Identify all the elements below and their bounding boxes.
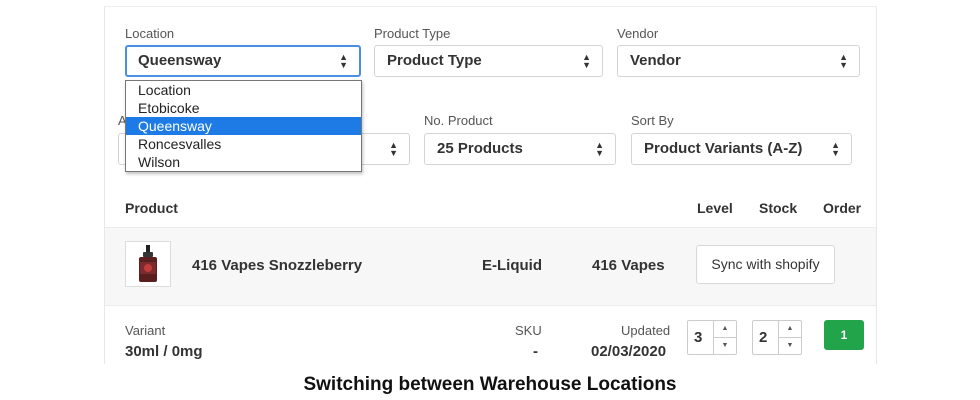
product-column-header: Product: [125, 200, 178, 216]
level-stepper[interactable]: 3 ▲ ▼: [687, 320, 737, 355]
inventory-panel: Location Queensway ▲ ▼ Product Type Produ…: [104, 6, 877, 364]
variant-value: 30ml / 0mg: [125, 343, 203, 360]
updown-caret-icon: ▲ ▼: [339, 52, 348, 70]
stock-stepper[interactable]: 2 ▲ ▼: [752, 320, 802, 355]
sku-value: -: [533, 343, 538, 360]
vendor-label: Vendor: [617, 26, 659, 41]
eliquid-bottle-icon: [125, 241, 171, 287]
stock-column-header: Stock: [759, 200, 798, 216]
product-row: 416 Vapes Snozzleberry E-Liquid 416 Vape…: [105, 227, 876, 306]
vendor-select-value: Vendor: [630, 52, 681, 69]
no-product-label: No. Product: [424, 113, 493, 128]
location-option-highlighted[interactable]: Queensway: [126, 117, 361, 135]
chevron-up-icon[interactable]: ▲: [714, 321, 736, 338]
sort-by-select-value: Product Variants (A-Z): [644, 140, 803, 157]
chevron-up-icon[interactable]: ▲: [779, 321, 801, 338]
location-option[interactable]: Etobicoke: [126, 99, 361, 117]
caption: Switching between Warehouse Locations: [303, 374, 677, 395]
updown-caret-icon: ▲ ▼: [389, 140, 398, 158]
order-button[interactable]: 1: [824, 320, 864, 350]
sort-by-select[interactable]: Product Variants (A-Z) ▲ ▼: [631, 133, 852, 165]
product-vendor: 416 Vapes: [592, 257, 665, 274]
updown-caret-icon: ▲ ▼: [595, 140, 604, 158]
sort-by-label: Sort By: [631, 113, 674, 128]
level-value: 3: [694, 329, 703, 346]
location-dropdown-list: Location Etobicoke Queensway Roncesvalle…: [125, 80, 362, 172]
sku-label: SKU: [515, 323, 542, 338]
location-option[interactable]: Wilson: [126, 153, 361, 171]
location-option[interactable]: Location: [126, 81, 361, 99]
product-type-select[interactable]: Product Type ▲ ▼: [374, 45, 603, 77]
no-product-select[interactable]: 25 Products ▲ ▼: [424, 133, 616, 165]
product-name: 416 Vapes Snozzleberry: [192, 257, 363, 274]
product-type: E-Liquid: [482, 257, 542, 274]
location-select-value: Queensway: [138, 52, 222, 69]
no-product-select-value: 25 Products: [437, 140, 523, 157]
chevron-down-icon[interactable]: ▼: [779, 338, 801, 354]
variant-label: Variant: [125, 323, 166, 338]
updated-label: Updated: [621, 323, 671, 338]
sync-shopify-button[interactable]: Sync with shopify: [696, 245, 835, 284]
product-type-select-value: Product Type: [387, 52, 482, 69]
vendor-select[interactable]: Vendor ▲ ▼: [617, 45, 860, 77]
level-column-header: Level: [697, 200, 733, 216]
location-label: Location: [125, 26, 175, 41]
updated-value: 02/03/2020: [591, 343, 667, 360]
updown-caret-icon: ▲ ▼: [831, 140, 840, 158]
stock-value: 2: [759, 329, 768, 346]
stock-stepper-arrows: ▲ ▼: [778, 321, 801, 354]
product-type-label: Product Type: [374, 26, 451, 41]
chevron-down-icon[interactable]: ▼: [714, 338, 736, 354]
order-column-header: Order: [823, 200, 862, 216]
updown-caret-icon: ▲ ▼: [839, 52, 848, 70]
level-stepper-arrows: ▲ ▼: [713, 321, 736, 354]
location-option[interactable]: Roncesvalles: [126, 135, 361, 153]
updown-caret-icon: ▲ ▼: [582, 52, 591, 70]
location-select[interactable]: Queensway ▲ ▼: [125, 45, 361, 77]
